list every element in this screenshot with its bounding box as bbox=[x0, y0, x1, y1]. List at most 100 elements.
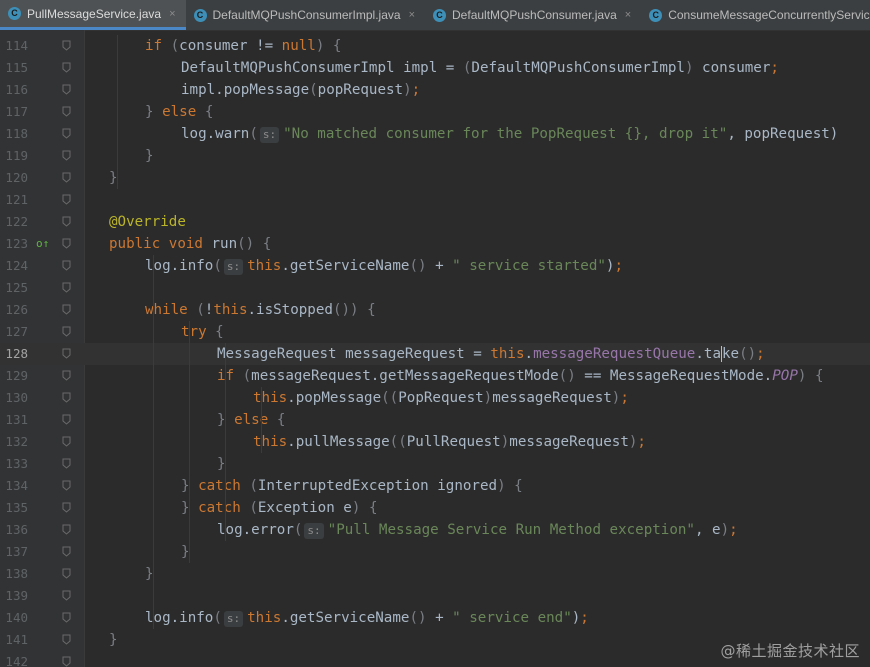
code-line[interactable]: 123 o↑ public void run() { bbox=[0, 233, 870, 255]
code-line[interactable]: 134} catch (InterruptedException ignored… bbox=[0, 475, 870, 497]
code-line[interactable]: 121 bbox=[0, 189, 870, 211]
fold-marker-icon[interactable] bbox=[62, 414, 71, 425]
tab-3[interactable]: CConsumeMessageConcurrentlyService.java× bbox=[641, 0, 870, 30]
code-token: consumer != bbox=[179, 38, 282, 54]
fold-marker-icon[interactable] bbox=[62, 216, 71, 227]
fold-marker-icon[interactable] bbox=[62, 326, 71, 337]
tab-label: DefaultMQPushConsumerImpl.java bbox=[212, 8, 401, 22]
editor-tab-bar: C PullMessageService.java × C DefaultMQPushC… bbox=[0, 0, 870, 31]
code-token: catch bbox=[198, 478, 250, 494]
close-icon[interactable]: × bbox=[409, 9, 415, 21]
code-text: log.info(s: this.getServiceName() + " ser… bbox=[145, 255, 623, 277]
code-line[interactable]: 131} else { bbox=[0, 409, 870, 431]
fold-marker-icon[interactable] bbox=[62, 546, 71, 557]
code-line[interactable]: 129 if (messageRequest.getMessageRequestM… bbox=[0, 365, 870, 387]
fold-marker-icon[interactable] bbox=[62, 194, 71, 205]
fold-marker-icon[interactable] bbox=[62, 392, 71, 403]
code-line[interactable]: 138} bbox=[0, 563, 870, 585]
code-line[interactable]: 126 while (!this.isStopped()) { bbox=[0, 299, 870, 321]
fold-marker-icon[interactable] bbox=[62, 40, 71, 51]
code-line[interactable]: 114 if (consumer != null) { bbox=[0, 35, 870, 57]
code-line[interactable]: 136 log.error(s: "Pull Message Service Run… bbox=[0, 519, 870, 541]
code-token: this bbox=[247, 610, 282, 626]
fold-marker-icon[interactable] bbox=[62, 458, 71, 469]
fold-marker-icon[interactable] bbox=[62, 238, 71, 249]
code-line[interactable]: 115 DefaultMQPushConsumerImpl impl = (Def… bbox=[0, 57, 870, 79]
code-line[interactable]: 128 MessageRequest messageRequest = this.… bbox=[0, 343, 870, 365]
code-line[interactable]: 127 try { bbox=[0, 321, 870, 343]
indent-guide bbox=[261, 387, 262, 453]
tab-label: DefaultMQPushConsumer.java bbox=[452, 8, 617, 22]
code-token: this bbox=[213, 302, 248, 318]
code-line[interactable]: 124 log.info(s: this.getServiceName() + " … bbox=[0, 255, 870, 277]
fold-marker-icon[interactable] bbox=[62, 436, 71, 447]
line-number: 135 bbox=[5, 500, 28, 515]
fold-marker-icon[interactable] bbox=[62, 590, 71, 601]
code-token: () bbox=[558, 368, 576, 384]
fold-marker-icon[interactable] bbox=[62, 84, 71, 95]
code-line[interactable]: 122 @Override bbox=[0, 211, 870, 233]
code-token: else bbox=[162, 104, 205, 120]
code-line[interactable]: 139 bbox=[0, 585, 870, 607]
fold-marker-icon[interactable] bbox=[62, 282, 71, 293]
tab-0[interactable]: C PullMessageService.java × bbox=[0, 0, 186, 30]
code-line[interactable]: 117} else { bbox=[0, 101, 870, 123]
code-text: if (messageRequest.getMessageRequestMode… bbox=[217, 365, 823, 387]
code-line[interactable]: 140 log.info(s: this.getServiceName() + " … bbox=[0, 607, 870, 629]
close-icon[interactable]: × bbox=[625, 9, 631, 21]
code-line[interactable]: 137} bbox=[0, 541, 870, 563]
override-marker-icon[interactable]: o↑ bbox=[36, 238, 49, 249]
tab-1[interactable]: C DefaultMQPushConsumerImpl.java × bbox=[186, 0, 426, 30]
code-line[interactable]: 125 bbox=[0, 277, 870, 299]
code-line[interactable]: 120} bbox=[0, 167, 870, 189]
line-number: 121 bbox=[5, 192, 28, 207]
code-token: Exception e bbox=[257, 500, 352, 516]
fold-marker-icon[interactable] bbox=[62, 128, 71, 139]
code-token: ( bbox=[249, 500, 258, 516]
code-token: ( bbox=[242, 368, 252, 384]
code-token: impl.popMessage bbox=[181, 82, 310, 98]
line-number: 127 bbox=[5, 324, 28, 339]
code-token: MessageRequest messageRequest = bbox=[217, 346, 491, 362]
fold-marker-icon[interactable] bbox=[62, 348, 71, 359]
code-line[interactable]: 133} bbox=[0, 453, 870, 475]
fold-marker-icon[interactable] bbox=[62, 656, 71, 667]
close-icon[interactable]: × bbox=[169, 8, 175, 20]
fold-marker-icon[interactable] bbox=[62, 260, 71, 271]
code-token: public void bbox=[109, 236, 212, 252]
code-line[interactable]: 130 this.popMessage((PopRequest)messageRe… bbox=[0, 387, 870, 409]
code-token: { bbox=[204, 104, 214, 120]
code-token: () { bbox=[237, 236, 272, 252]
fold-marker-icon[interactable] bbox=[62, 480, 71, 491]
fold-marker-icon[interactable] bbox=[62, 502, 71, 513]
code-line[interactable]: 132 this.pullMessage((PullRequest)message… bbox=[0, 431, 870, 453]
fold-marker-icon[interactable] bbox=[62, 106, 71, 117]
code-token: popRequest bbox=[317, 82, 404, 98]
code-token: ke bbox=[721, 346, 740, 362]
code-token: ) { bbox=[497, 478, 523, 494]
fold-marker-icon[interactable] bbox=[62, 612, 71, 623]
code-token: "No matched consumer for the PopRequest … bbox=[283, 126, 728, 142]
line-number: 134 bbox=[5, 478, 28, 493]
code-text: log.info(s: this.getServiceName() + " ser… bbox=[145, 607, 589, 629]
fold-marker-icon[interactable] bbox=[62, 62, 71, 73]
fold-marker-icon[interactable] bbox=[62, 172, 71, 183]
code-line[interactable]: 119} bbox=[0, 145, 870, 167]
code-token: DefaultMQPushConsumerImpl bbox=[471, 60, 685, 76]
code-token: run bbox=[211, 236, 238, 252]
fold-marker-icon[interactable] bbox=[62, 304, 71, 315]
fold-marker-icon[interactable] bbox=[62, 568, 71, 579]
code-token: ; bbox=[770, 60, 779, 76]
tab-2[interactable]: C DefaultMQPushConsumer.java × bbox=[425, 0, 641, 30]
fold-marker-icon[interactable] bbox=[62, 524, 71, 535]
fold-marker-icon[interactable] bbox=[62, 634, 71, 645]
parameter-hint: s: bbox=[259, 127, 280, 143]
code-line[interactable]: 118 log.warn(s: "No matched consumer for t… bbox=[0, 123, 870, 145]
code-line[interactable]: 116 impl.popMessage(popRequest); bbox=[0, 79, 870, 101]
code-token: @Override bbox=[109, 214, 186, 230]
fold-marker-icon[interactable] bbox=[62, 150, 71, 161]
code-line[interactable]: 135} catch (Exception e) { bbox=[0, 497, 870, 519]
code-token: , e bbox=[694, 522, 721, 538]
fold-marker-icon[interactable] bbox=[62, 370, 71, 381]
code-editor[interactable]: 114 if (consumer != null) {115 DefaultMQPu… bbox=[0, 30, 870, 667]
